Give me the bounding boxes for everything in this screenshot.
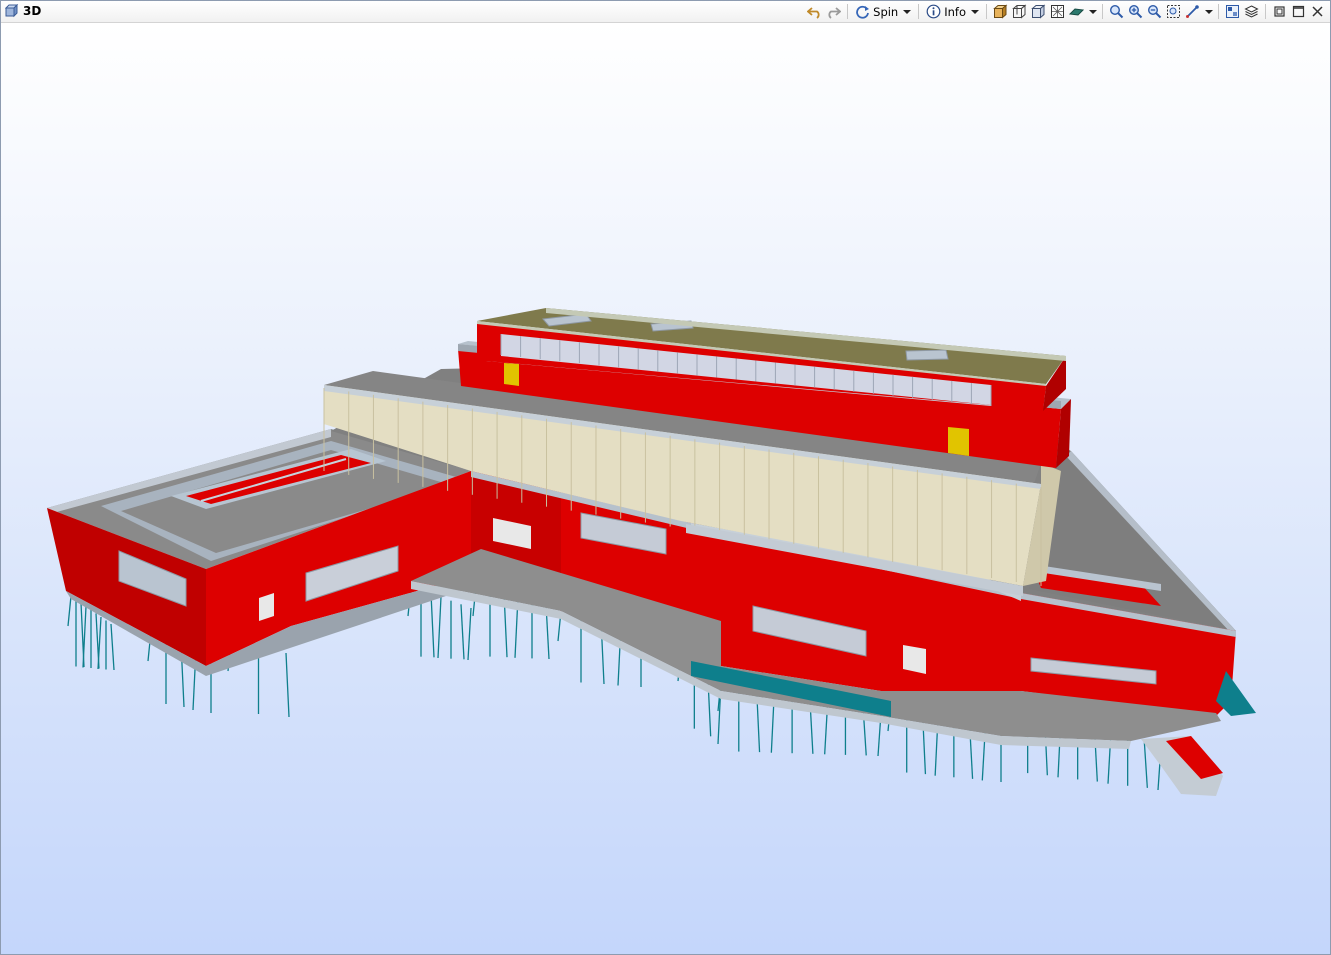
zoom-out-icon — [1147, 4, 1162, 19]
info-icon — [926, 4, 941, 19]
title-bar: 3D Spin Info — [1, 1, 1330, 23]
surface-button[interactable] — [1068, 3, 1085, 20]
info-dropdown[interactable]: Info — [924, 3, 981, 20]
pile — [97, 616, 102, 670]
building-model[interactable] — [1, 23, 1330, 954]
info-label: Info — [944, 4, 966, 19]
close-button[interactable] — [1309, 3, 1326, 20]
layers-icon — [1244, 5, 1259, 18]
maximize-button[interactable] — [1290, 3, 1307, 20]
redo-icon — [828, 7, 842, 19]
3d-view-window: 3D Spin Info — [0, 0, 1331, 955]
hidden-line-button[interactable] — [1030, 3, 1047, 20]
measure-button[interactable] — [1184, 3, 1201, 20]
pile — [285, 652, 290, 718]
roof-hatch-3 — [905, 349, 949, 361]
undo-icon — [807, 7, 820, 19]
toolbar-separator — [1265, 4, 1266, 19]
main-door-2 — [903, 645, 926, 674]
zoom-extents-button[interactable] — [1165, 3, 1182, 20]
pile — [110, 623, 115, 671]
pile — [1143, 741, 1148, 788]
xray-view-icon — [1051, 5, 1064, 18]
zoom-in-button[interactable] — [1127, 3, 1144, 20]
spin-label: Spin — [873, 4, 899, 19]
restore-window-button[interactable] — [1271, 3, 1288, 20]
spin-dropdown[interactable]: Spin — [853, 3, 913, 20]
chevron-down-icon — [971, 9, 979, 14]
pile — [67, 595, 72, 627]
redo-button[interactable] — [825, 3, 842, 20]
toolbar-separator — [986, 4, 987, 19]
chevron-down-icon — [1205, 9, 1213, 14]
chevron-down-icon — [1089, 9, 1097, 14]
pile — [460, 604, 465, 660]
zoom-window-icon — [1109, 4, 1124, 19]
properties-icon — [1226, 5, 1239, 18]
toolbar-separator — [847, 4, 849, 19]
maximize-icon — [1292, 5, 1305, 18]
toolbar-separator — [1218, 4, 1219, 19]
level1-yellow-door — [504, 363, 519, 386]
zoom-window-button[interactable] — [1108, 3, 1125, 20]
layers-button[interactable] — [1243, 3, 1260, 20]
zoom-in-icon — [1128, 4, 1143, 19]
3d-viewport[interactable] — [1, 23, 1330, 954]
surface-icon — [1069, 8, 1084, 16]
window-title: 3D — [23, 4, 42, 18]
level2-yellow-door — [948, 427, 969, 456]
pile — [82, 606, 87, 668]
chevron-down-icon — [903, 9, 912, 14]
xray-view-button[interactable] — [1049, 3, 1066, 20]
pile — [437, 596, 442, 659]
measure-icon — [1186, 5, 1199, 18]
measure-dropdown[interactable] — [1203, 3, 1213, 20]
pile — [467, 607, 472, 661]
properties-button[interactable] — [1224, 3, 1241, 20]
restore-window-icon — [1274, 6, 1285, 17]
wireframe-view-icon — [1012, 4, 1027, 19]
undo-button[interactable] — [806, 3, 823, 20]
toolbar-separator — [918, 4, 920, 19]
wireframe-view-button[interactable] — [1011, 3, 1028, 20]
surface-dropdown[interactable] — [1087, 3, 1097, 20]
toolbar-separator — [1102, 4, 1103, 19]
hidden-line-icon — [1031, 4, 1046, 19]
3d-view-icon — [5, 4, 19, 18]
spin-icon — [856, 5, 870, 19]
zoom-extents-icon — [1167, 5, 1180, 18]
view-toolbar: Spin Info — [806, 2, 1326, 21]
shaded-view-button[interactable] — [992, 3, 1009, 20]
close-icon — [1312, 6, 1323, 17]
zoom-out-button[interactable] — [1146, 3, 1163, 20]
shaded-view-icon — [993, 4, 1008, 19]
pile — [430, 593, 435, 658]
